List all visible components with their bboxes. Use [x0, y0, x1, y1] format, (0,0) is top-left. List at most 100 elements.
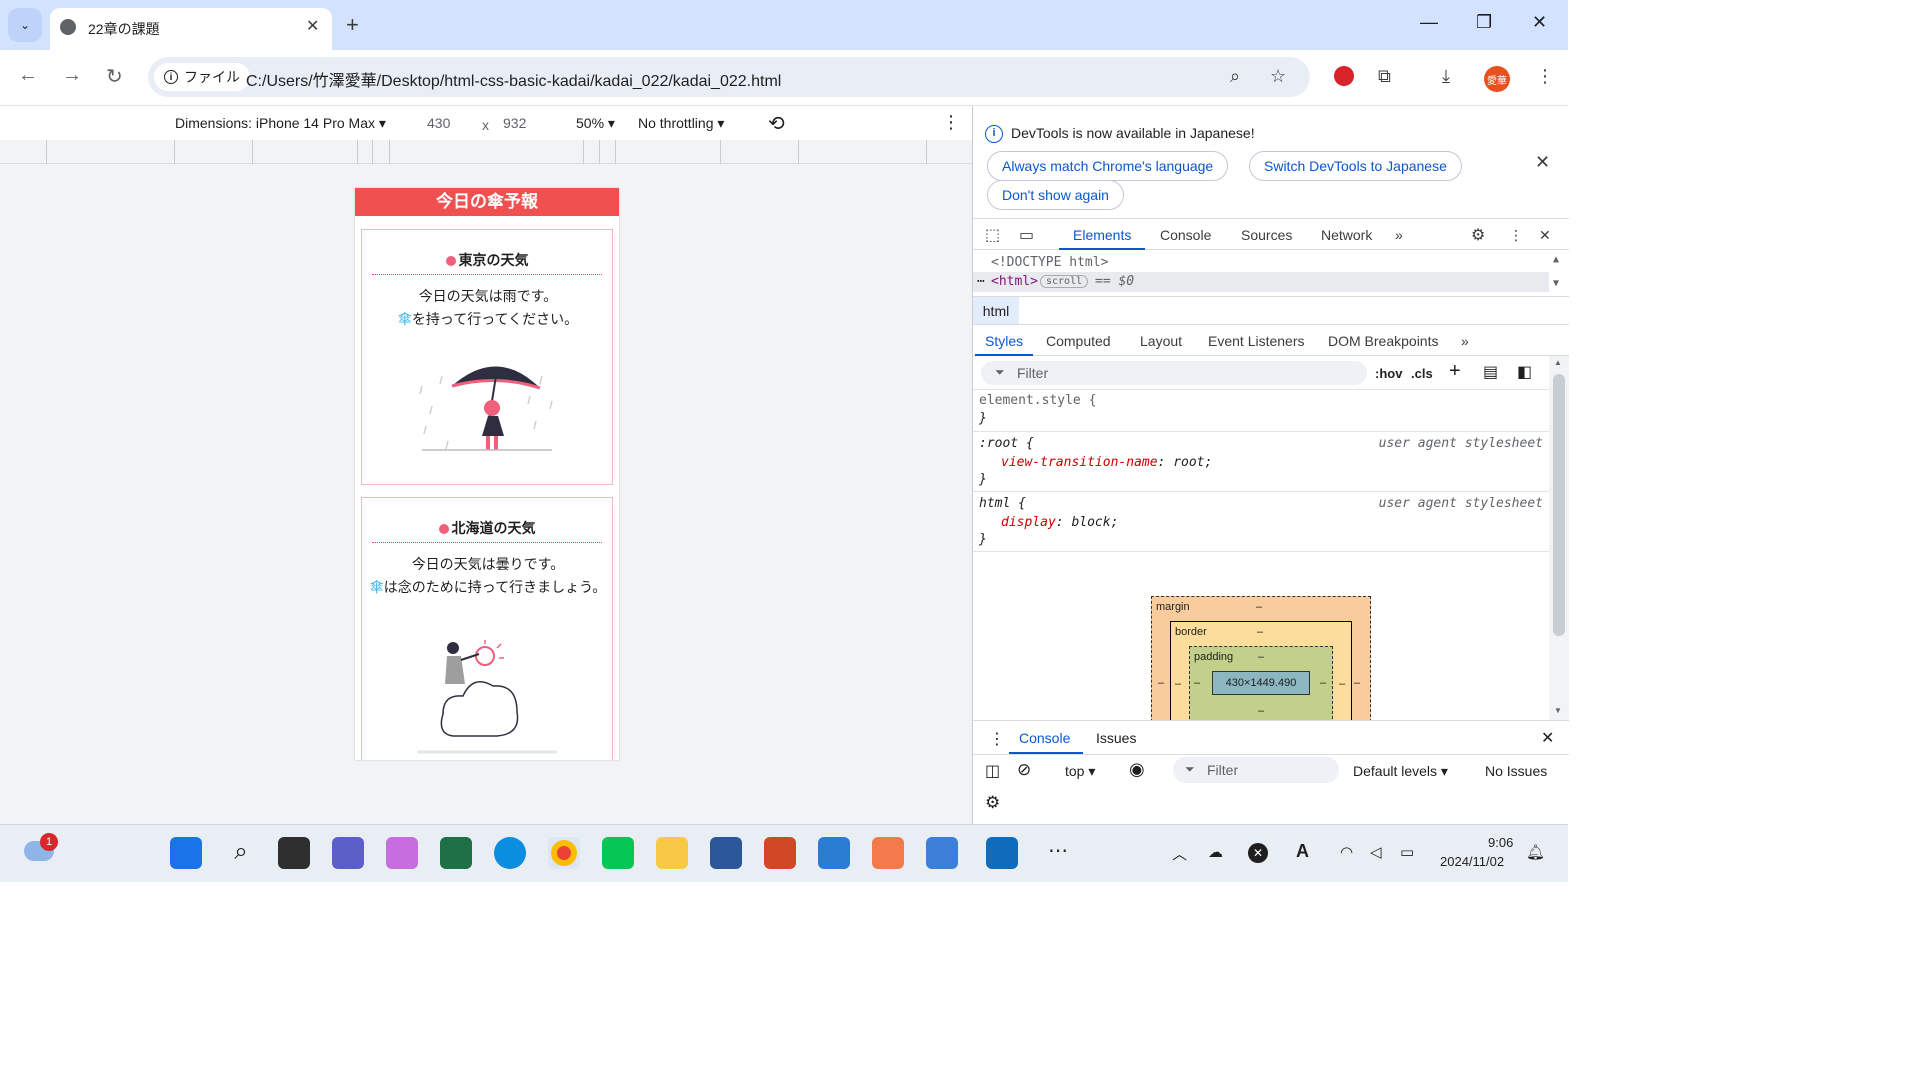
rule-declaration[interactable]: view-transition-name: root;: [1001, 455, 1212, 470]
margin-top-value[interactable]: –: [1256, 601, 1262, 613]
rotate-icon[interactable]: ⟲: [768, 111, 785, 136]
copilot-icon[interactable]: [386, 837, 418, 869]
tray-chevron-icon[interactable]: ︿: [1172, 843, 1187, 864]
more-tabs-icon[interactable]: »: [1395, 227, 1403, 243]
search-icon[interactable]: ⌕: [225, 837, 257, 869]
scroll-up-icon[interactable]: ▲: [1554, 358, 1562, 367]
scroll-up-icon[interactable]: ▲: [1553, 254, 1559, 265]
puzzle-icon[interactable]: ⧉: [1378, 66, 1391, 87]
breadcrumb-html[interactable]: html: [973, 297, 1019, 325]
powerpoint-icon[interactable]: [764, 837, 796, 869]
tray-app-icon[interactable]: ✕: [1248, 843, 1268, 863]
store-icon[interactable]: [818, 837, 850, 869]
cls-toggle[interactable]: .cls: [1411, 366, 1433, 381]
close-infobar-icon[interactable]: ✕: [1535, 152, 1550, 173]
close-drawer-icon[interactable]: ✕: [1541, 728, 1554, 748]
mail-icon[interactable]: [926, 837, 958, 869]
notification-bell-icon[interactable]: 🔔︎: [1526, 843, 1545, 861]
tab-sources[interactable]: Sources: [1241, 227, 1292, 243]
close-window-icon[interactable]: ✕: [1532, 12, 1547, 33]
tab-dom-breakpoints[interactable]: DOM Breakpoints: [1328, 333, 1438, 349]
excel-icon[interactable]: [440, 837, 472, 869]
file-explorer-icon[interactable]: [656, 837, 688, 869]
clock-date[interactable]: 2024/11/02: [1440, 854, 1504, 869]
drawer-tab-issues[interactable]: Issues: [1096, 730, 1136, 746]
edge-icon[interactable]: [494, 837, 526, 869]
extension-icon[interactable]: [1334, 66, 1354, 86]
console-filter-input[interactable]: ⏷ Filter: [1173, 757, 1339, 783]
zoom-icon[interactable]: ⌕: [1230, 66, 1240, 87]
tab-styles[interactable]: Styles: [985, 333, 1023, 349]
rule-selector[interactable]: :root {: [979, 436, 1034, 451]
settings-gear-icon[interactable]: ⚙: [1471, 225, 1485, 245]
task-view-icon[interactable]: [278, 837, 310, 869]
outlook-icon[interactable]: [986, 837, 1018, 869]
padding-top-value[interactable]: –: [1258, 651, 1264, 663]
tab-network[interactable]: Network: [1321, 227, 1372, 243]
issues-count[interactable]: No Issues: [1485, 763, 1547, 779]
border-left-value[interactable]: –: [1175, 678, 1181, 690]
tab-layout[interactable]: Layout: [1140, 333, 1182, 349]
teams-icon[interactable]: [332, 837, 364, 869]
line-icon[interactable]: [602, 837, 634, 869]
match-language-button[interactable]: Always match Chrome's language: [987, 151, 1229, 181]
hov-toggle[interactable]: :hov: [1375, 366, 1402, 381]
tab-event-listeners[interactable]: Event Listeners: [1208, 333, 1305, 349]
back-icon[interactable]: ←: [18, 64, 38, 87]
wifi-icon[interactable]: ◠: [1340, 843, 1353, 861]
scroll-badge[interactable]: scroll: [1040, 275, 1089, 288]
clear-console-icon[interactable]: ⊘: [1017, 760, 1031, 780]
rule-selector[interactable]: html {: [979, 496, 1026, 511]
more-subtabs-icon[interactable]: »: [1461, 333, 1469, 349]
onedrive-icon[interactable]: ☁: [1208, 843, 1223, 861]
site-info-chip[interactable]: i ファイル: [154, 63, 250, 91]
close-devtools-icon[interactable]: ✕: [1539, 227, 1551, 244]
drawer-menu-icon[interactable]: ⋮: [989, 729, 1005, 749]
clock-time[interactable]: 9:06: [1488, 835, 1513, 850]
padding-right-value[interactable]: –: [1320, 677, 1326, 689]
border-top-value[interactable]: –: [1257, 626, 1263, 638]
padding-bottom-value[interactable]: –: [1258, 705, 1264, 717]
customize-menu-icon[interactable]: ⋮: [1509, 227, 1523, 244]
log-levels-select[interactable]: Default levels ▾: [1353, 763, 1448, 780]
device-toggle-icon[interactable]: ▭: [1019, 225, 1034, 245]
dom-doctype[interactable]: <!DOCTYPE html>: [991, 255, 1108, 270]
media-query-bar[interactable]: [0, 140, 972, 164]
device-dimensions-select[interactable]: Dimensions: iPhone 14 Pro Max ▾: [175, 115, 386, 132]
new-rule-icon[interactable]: +: [1449, 360, 1461, 383]
zoom-select[interactable]: 50% ▾: [576, 115, 615, 132]
scroll-down-icon[interactable]: ▼: [1554, 706, 1562, 715]
eye-icon[interactable]: ◉: [1129, 759, 1145, 780]
context-select[interactable]: top ▾: [1065, 763, 1095, 780]
scroll-down-icon[interactable]: ▼: [1553, 278, 1559, 289]
menu-icon[interactable]: ⋮: [1536, 66, 1554, 87]
new-tab-button[interactable]: +: [346, 12, 359, 38]
volume-icon[interactable]: ◁: [1370, 843, 1382, 861]
star-icon[interactable]: ☆: [1270, 66, 1286, 87]
start-button-icon[interactable]: [170, 837, 202, 869]
box-model-border[interactable]: border – – – padding – – – – 430×1449.49…: [1170, 621, 1352, 724]
drawer-tab-console[interactable]: Console: [1019, 730, 1070, 746]
tab-console[interactable]: Console: [1160, 227, 1211, 243]
margin-right-value[interactable]: –: [1354, 677, 1360, 689]
paint-brush-icon[interactable]: ▤: [1483, 362, 1498, 382]
address-bar[interactable]: i ファイル C:/Users/竹澤愛華/Desktop/html-css-ba…: [148, 57, 1310, 97]
close-tab-icon[interactable]: ✕: [306, 16, 319, 36]
word-icon[interactable]: [710, 837, 742, 869]
reload-icon[interactable]: ↻: [106, 64, 123, 89]
sidebar-toggle-icon[interactable]: ◧: [1517, 362, 1532, 382]
tab-search-button[interactable]: ⌄: [8, 8, 42, 42]
selected-dom-node[interactable]: ⋯ <html> scroll == $0: [973, 272, 1549, 292]
more-options-icon[interactable]: ⋮: [942, 112, 960, 133]
scroll-thumb[interactable]: [1553, 374, 1565, 636]
minimize-icon[interactable]: —: [1420, 12, 1438, 33]
url-text[interactable]: C:/Users/竹澤愛華/Desktop/html-css-basic-kad…: [246, 67, 781, 91]
border-right-value[interactable]: –: [1339, 678, 1345, 690]
height-input[interactable]: 932: [503, 115, 526, 131]
download-icon[interactable]: ⤓: [1442, 66, 1450, 87]
app-icon[interactable]: [872, 837, 904, 869]
sidebar-icon[interactable]: ◫: [985, 761, 1000, 781]
box-model-content[interactable]: 430×1449.490: [1212, 671, 1310, 695]
console-settings-icon[interactable]: ⚙: [985, 793, 1000, 813]
tab-elements[interactable]: Elements: [1073, 227, 1131, 243]
